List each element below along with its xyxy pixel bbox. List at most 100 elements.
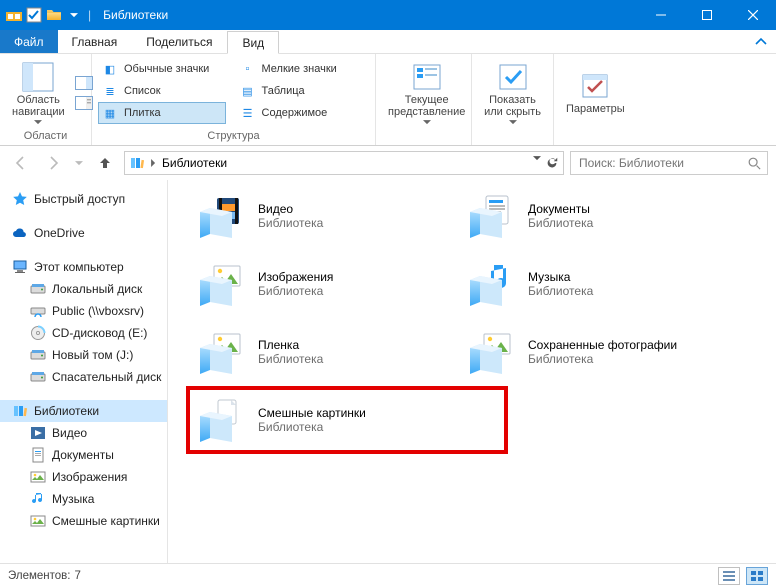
netdrive-icon: [30, 303, 46, 319]
nav-history-dropdown[interactable]: [72, 150, 86, 176]
details-pane-icon[interactable]: [75, 96, 93, 110]
drive-icon: [30, 369, 46, 385]
tab-file[interactable]: Файл: [0, 30, 58, 53]
sidebar-cd-drive[interactable]: CD-дисковод (E:): [0, 322, 167, 344]
view-tiles[interactable]: ▦Плитка: [98, 102, 226, 124]
library-docs-icon: [468, 194, 516, 238]
library-item-title: Смешные картинки: [258, 406, 366, 420]
library-item-title: Документы: [528, 202, 593, 216]
qat-folder-icon[interactable]: [46, 7, 62, 23]
sidebar-lib-images[interactable]: Изображения: [0, 466, 167, 488]
refresh-button[interactable]: [545, 156, 559, 170]
view-content[interactable]: ☰Содержимое: [236, 102, 364, 124]
view-table[interactable]: ▤Таблица: [236, 80, 364, 102]
close-button[interactable]: [730, 0, 776, 30]
library-item-title: Пленка: [258, 338, 323, 352]
search-icon: [747, 156, 761, 170]
library-item[interactable]: МузыкаБиблиотека: [468, 262, 738, 306]
library-music-icon: [468, 262, 516, 306]
sidebar-quick-access[interactable]: Быстрый доступ: [0, 188, 167, 210]
library-generic-icon: [198, 398, 246, 442]
library-item-title: Изображения: [258, 270, 333, 284]
qat-dropdown-icon[interactable]: [66, 7, 82, 23]
library-item-subtitle: Библиотека: [528, 352, 677, 366]
search-box[interactable]: [570, 151, 768, 175]
maximize-button[interactable]: [684, 0, 730, 30]
library-video-icon: [198, 194, 246, 238]
doc-icon: [30, 447, 46, 463]
status-bar: Элементов: 7: [0, 563, 776, 587]
window-title: Библиотеки: [103, 8, 168, 22]
view-mode-icons-button[interactable]: [746, 567, 768, 585]
library-item-subtitle: Библиотека: [528, 284, 593, 298]
tab-home[interactable]: Главная: [58, 30, 133, 53]
pc-icon: [12, 259, 28, 275]
qat-checkbox-icon[interactable]: [26, 7, 42, 23]
nav-pane-button[interactable]: Область навигации: [6, 60, 71, 127]
breadcrumb-sep-icon[interactable]: [151, 159, 156, 167]
sidebar-lib-video[interactable]: Видео: [0, 422, 167, 444]
address-dropdown-icon[interactable]: [533, 156, 541, 170]
title-separator: |: [88, 8, 91, 22]
options-button[interactable]: Параметры: [560, 69, 631, 117]
sidebar-new-volume[interactable]: Новый том (J:): [0, 344, 167, 366]
sidebar-lib-documents[interactable]: Документы: [0, 444, 167, 466]
minimize-button[interactable]: [638, 0, 684, 30]
sidebar-local-disk[interactable]: Локальный диск: [0, 278, 167, 300]
breadcrumb[interactable]: Библиотеки: [162, 156, 227, 170]
show-hide-label: Показать или скрыть: [484, 94, 541, 118]
current-view-button[interactable]: Текущее представление: [382, 60, 471, 127]
drive-icon: [30, 281, 46, 297]
libraries-icon: [12, 403, 28, 419]
nav-up-button[interactable]: [92, 150, 118, 176]
sidebar-lib-music[interactable]: Музыка: [0, 488, 167, 510]
options-label: Параметры: [566, 103, 625, 115]
ribbon-collapse-icon[interactable]: [746, 30, 776, 53]
library-item-title: Видео: [258, 202, 323, 216]
content-area: ВидеоБиблиотекаДокументыБиблиотекаИзобра…: [168, 180, 776, 563]
library-images-icon: [198, 330, 246, 374]
app-icon: [6, 7, 22, 23]
sidebar-onedrive[interactable]: OneDrive: [0, 222, 167, 244]
library-item[interactable]: ПленкаБиблиотека: [198, 330, 468, 374]
library-item-subtitle: Библиотека: [258, 284, 333, 298]
image-icon: [30, 469, 46, 485]
star-icon: [12, 191, 28, 207]
library-item-subtitle: Библиотека: [258, 352, 323, 366]
view-mode-details-button[interactable]: [718, 567, 740, 585]
view-regular-icons[interactable]: ◧Обычные значки: [98, 58, 226, 80]
library-item[interactable]: ДокументыБиблиотека: [468, 194, 738, 238]
show-hide-button[interactable]: Показать или скрыть: [478, 60, 547, 127]
status-count: 7: [74, 570, 80, 582]
view-list[interactable]: ≣Список: [98, 80, 226, 102]
sidebar-this-pc[interactable]: Этот компьютер: [0, 256, 167, 278]
library-item[interactable]: Сохраненные фотографииБиблиотека: [468, 330, 738, 374]
library-item-subtitle: Библиотека: [258, 420, 366, 434]
tab-share[interactable]: Поделиться: [132, 30, 227, 53]
sidebar-lib-funny[interactable]: Смешные картинки: [0, 510, 167, 532]
address-row: Библиотеки: [0, 146, 776, 180]
breadcrumb-icon: [129, 155, 145, 171]
address-bar[interactable]: Библиотеки: [124, 151, 564, 175]
sidebar-rescue-disk[interactable]: Спасательный диск: [0, 366, 167, 388]
nav-back-button[interactable]: [8, 150, 34, 176]
ribbon: Область навигации Области ◧Обычные значк…: [0, 54, 776, 146]
search-input[interactable]: [577, 155, 737, 171]
cd-icon: [30, 325, 46, 341]
tab-view[interactable]: Вид: [227, 31, 279, 54]
library-item[interactable]: ИзображенияБиблиотека: [198, 262, 468, 306]
status-label: Элементов:: [8, 570, 70, 582]
nav-forward-button[interactable]: [40, 150, 66, 176]
view-small-icons[interactable]: ▫Мелкие значки: [236, 58, 364, 80]
preview-pane-icon[interactable]: [75, 76, 93, 90]
library-item-title: Сохраненные фотографии: [528, 338, 677, 352]
ribbon-tabs: Файл Главная Поделиться Вид: [0, 30, 776, 54]
library-images-icon: [198, 262, 246, 306]
cloud-icon: [12, 225, 28, 241]
image-icon: [30, 513, 46, 529]
library-item[interactable]: ВидеоБиблиотека: [198, 194, 468, 238]
sidebar-libraries[interactable]: Библиотеки: [0, 400, 167, 422]
sidebar-public-share[interactable]: Public (\\vboxsrv): [0, 300, 167, 322]
music-icon: [30, 491, 46, 507]
library-item[interactable]: Смешные картинкиБиблиотека: [186, 386, 508, 454]
